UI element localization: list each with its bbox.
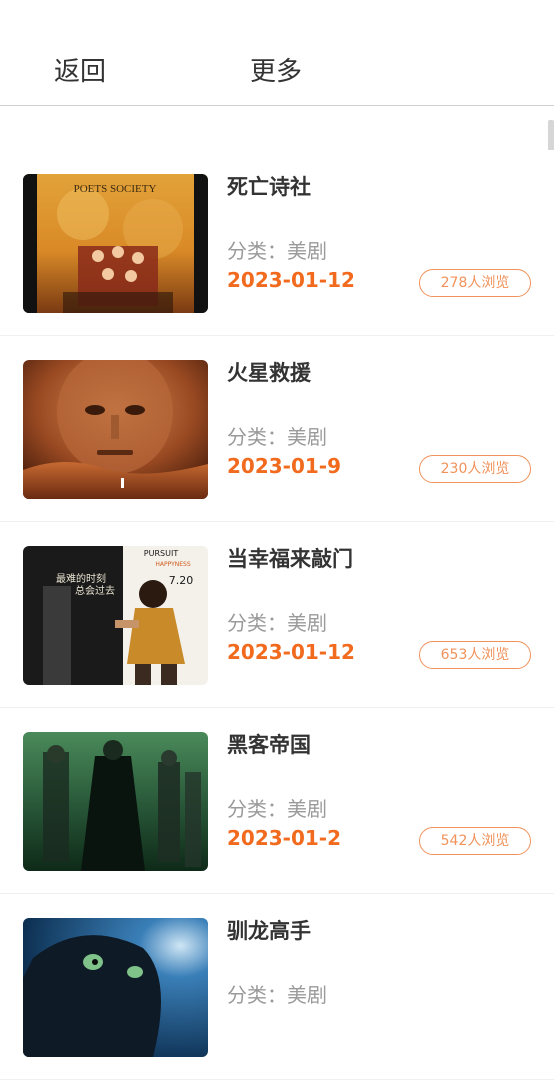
movie-title[interactable]: 当幸福来敲门	[227, 544, 353, 574]
poster-date: 7.20	[169, 574, 194, 587]
poster-the-matrix-icon	[23, 732, 208, 871]
list-item[interactable]: 黑客帝国 分类：美剧 2023-01-2 542人浏览	[0, 708, 554, 894]
more-button[interactable]: 更多	[250, 52, 302, 92]
poster-how-to-train-your-dragon-icon	[23, 918, 208, 1057]
movie-poster[interactable]	[23, 360, 208, 499]
poster-happyness: HAPPYNESS	[155, 561, 190, 568]
views-badge: 230人浏览	[419, 455, 531, 483]
movie-title[interactable]: 黑客帝国	[227, 730, 311, 760]
poster-dead-poets-society-icon: POETS SOCIETY	[23, 174, 208, 313]
list-item[interactable]: 驯龙高手 分类：美剧	[0, 894, 554, 1080]
movie-category: 分类：美剧	[227, 797, 327, 821]
poster-tagline-2: 总会过去	[75, 584, 115, 597]
movie-title[interactable]: 死亡诗社	[227, 172, 311, 202]
movie-title[interactable]: 驯龙高手	[227, 916, 311, 946]
movie-date: 2023-01-2	[227, 826, 342, 850]
movie-list: POETS SOCIETY 死亡诗社 分类：美剧 2023-01-12 278人…	[0, 150, 554, 1080]
movie-poster[interactable]	[23, 918, 208, 1057]
list-item[interactable]: 最难的时刻 总会过去 PURSUIT HAPPYNESS 7.20 当幸福来敲门…	[0, 522, 554, 708]
back-button[interactable]: 返回	[54, 52, 106, 92]
movie-date: 2023-01-12	[227, 268, 355, 292]
poster-pursuit: PURSUIT	[144, 549, 179, 558]
views-badge: 653人浏览	[419, 641, 531, 669]
movie-date: 2023-01-12	[227, 640, 355, 664]
poster-title: POETS SOCIETY	[74, 183, 157, 195]
movie-poster[interactable]: POETS SOCIETY	[23, 174, 208, 313]
movie-category: 分类：美剧	[227, 425, 327, 449]
movie-poster[interactable]	[23, 732, 208, 871]
list-item[interactable]: 火星救援 分类：美剧 2023-01-9 230人浏览	[0, 336, 554, 522]
views-badge: 278人浏览	[419, 269, 531, 297]
views-badge: 542人浏览	[419, 827, 531, 855]
movie-category: 分类：美剧	[227, 611, 327, 635]
movie-title[interactable]: 火星救援	[227, 358, 311, 388]
top-nav-bar: 返回 更多	[0, 0, 554, 106]
poster-pursuit-of-happyness-icon: 最难的时刻 总会过去 PURSUIT HAPPYNESS 7.20	[23, 546, 208, 685]
movie-category: 分类：美剧	[227, 239, 327, 263]
movie-poster[interactable]: 最难的时刻 总会过去 PURSUIT HAPPYNESS 7.20	[23, 546, 208, 685]
list-item[interactable]: POETS SOCIETY 死亡诗社 分类：美剧 2023-01-12 278人…	[0, 150, 554, 336]
poster-the-martian-icon	[23, 360, 208, 499]
movie-date: 2023-01-9	[227, 454, 342, 478]
poster-tagline-1: 最难的时刻	[56, 572, 106, 585]
